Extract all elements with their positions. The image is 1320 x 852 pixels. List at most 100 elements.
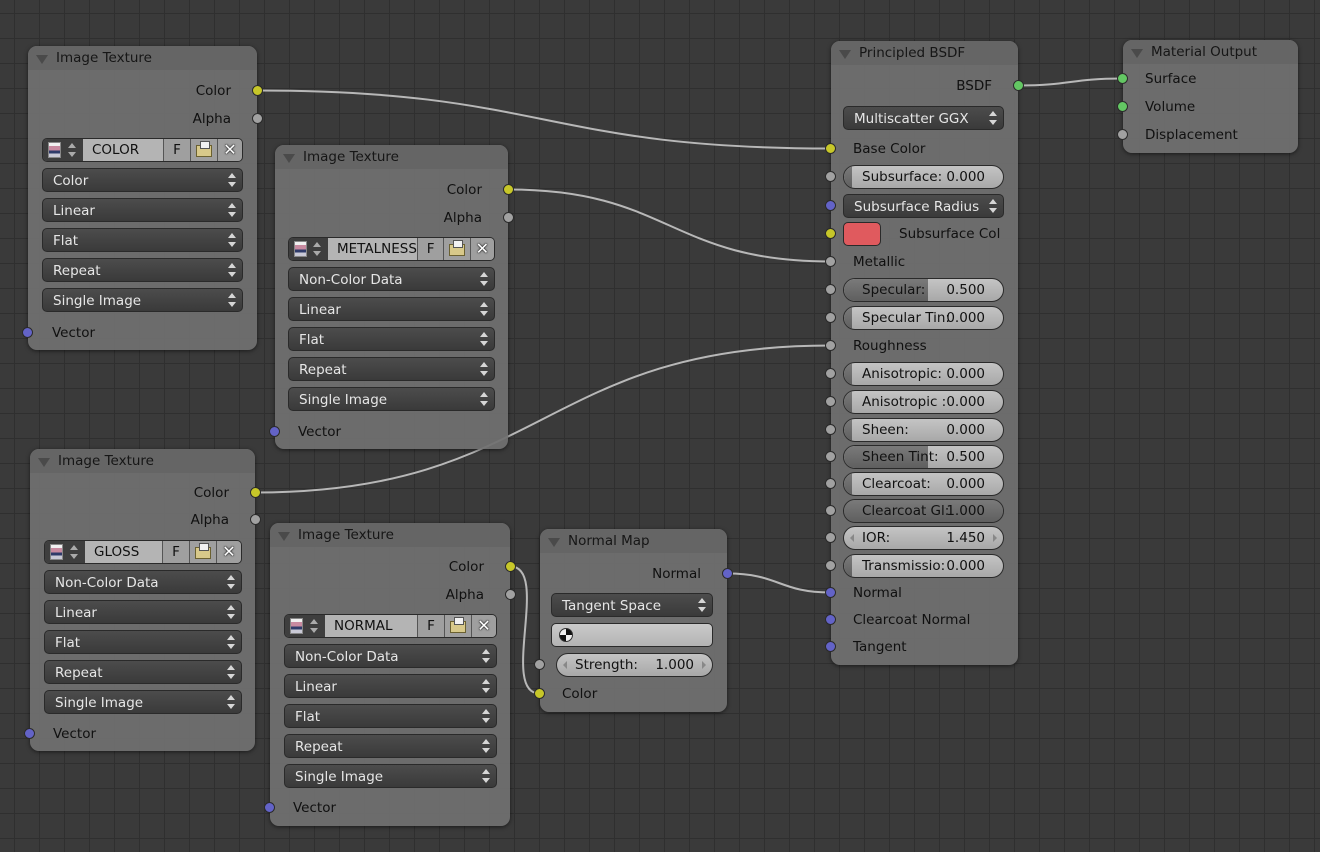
- link-normal-map-to-bsdf-normal[interactable]: [727, 572, 831, 594]
- output-color-socket[interactable]: [505, 561, 516, 572]
- ior-field[interactable]: IOR: 1.450: [843, 526, 1004, 550]
- node-header[interactable]: Image Texture: [275, 145, 508, 169]
- input-anisotropic-socket[interactable]: [825, 368, 836, 379]
- link-color-to-base-color[interactable]: [257, 89, 831, 150]
- decrement-arrow-icon[interactable]: [563, 661, 567, 669]
- distribution-dropdown[interactable]: Multiscatter GGX: [843, 106, 1004, 130]
- sheen-tint-slider[interactable]: Sheen Tint: 0.500: [843, 445, 1004, 469]
- increment-arrow-icon[interactable]: [993, 534, 997, 542]
- input-metallic-socket[interactable]: [825, 256, 836, 267]
- node-header[interactable]: Image Texture: [270, 523, 510, 547]
- node-header[interactable]: Image Texture: [30, 449, 255, 473]
- interpolation-dropdown[interactable]: Linear: [288, 297, 495, 321]
- input-clearcoat-normal-socket[interactable]: [825, 614, 836, 625]
- image-name-field[interactable]: METALNESS: [328, 238, 418, 260]
- collapse-triangle-icon[interactable]: [38, 458, 50, 467]
- projection-dropdown[interactable]: Flat: [42, 228, 243, 252]
- input-tangent-socket[interactable]: [825, 641, 836, 652]
- node-header[interactable]: Material Output: [1123, 40, 1298, 64]
- fake-user-button[interactable]: F: [418, 615, 445, 637]
- source-dropdown[interactable]: Single Image: [42, 288, 243, 312]
- unlink-image-button[interactable]: ✕: [218, 139, 242, 161]
- open-image-button[interactable]: [191, 139, 218, 161]
- interpolation-dropdown[interactable]: Linear: [42, 198, 243, 222]
- open-image-button[interactable]: [190, 541, 217, 563]
- image-texture-node-normal[interactable]: Image Texture Color Alpha NORMAL F ✕ Non…: [264, 523, 516, 826]
- fake-user-button[interactable]: F: [417, 238, 445, 260]
- input-surface-socket[interactable]: [1117, 73, 1128, 84]
- input-color-socket[interactable]: [534, 688, 545, 699]
- open-image-button[interactable]: [444, 238, 471, 260]
- anisotropic-rotation-slider[interactable]: Anisotropic : 0.000: [843, 390, 1004, 414]
- input-transmission-socket[interactable]: [825, 560, 836, 571]
- subsurface-radius-dropdown[interactable]: Subsurface Radius: [843, 194, 1004, 218]
- output-normal-socket[interactable]: [722, 568, 733, 579]
- projection-dropdown[interactable]: Flat: [288, 327, 495, 351]
- increment-arrow-icon[interactable]: [702, 661, 706, 669]
- open-image-button[interactable]: [445, 615, 472, 637]
- input-sheen-tint-socket[interactable]: [825, 451, 836, 462]
- node-header[interactable]: Image Texture: [28, 46, 257, 70]
- output-alpha-socket[interactable]: [503, 212, 514, 223]
- unlink-image-button[interactable]: ✕: [470, 238, 494, 260]
- link-bsdf-to-surface[interactable]: [1018, 77, 1123, 87]
- collapse-triangle-icon[interactable]: [36, 55, 48, 64]
- browse-image-button[interactable]: [43, 139, 83, 161]
- output-color-socket[interactable]: [252, 85, 263, 96]
- unlink-image-button[interactable]: ✕: [472, 615, 496, 637]
- subsurface-slider[interactable]: Subsurface: 0.000: [843, 165, 1004, 189]
- color-space-dropdown[interactable]: Non-Color Data: [284, 644, 497, 668]
- principled-bsdf-node[interactable]: Principled BSDF BSDF Multiscatter GGX Ba…: [825, 41, 1024, 665]
- input-displacement-socket[interactable]: [1117, 129, 1128, 140]
- browse-image-button[interactable]: [289, 238, 328, 260]
- projection-dropdown[interactable]: Flat: [284, 704, 497, 728]
- input-subsurface-socket[interactable]: [825, 171, 836, 182]
- input-ior-socket[interactable]: [825, 532, 836, 543]
- normal-map-node[interactable]: Normal Map Normal Tangent Space Strength…: [534, 529, 733, 712]
- input-clearcoat-socket[interactable]: [825, 478, 836, 489]
- image-name-field[interactable]: NORMAL: [325, 615, 418, 637]
- input-vector-socket[interactable]: [269, 426, 280, 437]
- specular-slider[interactable]: Specular: 0.500: [843, 278, 1004, 302]
- input-roughness-socket[interactable]: [825, 340, 836, 351]
- output-color-socket[interactable]: [250, 487, 261, 498]
- output-color-socket[interactable]: [503, 184, 514, 195]
- uv-map-field[interactable]: [551, 623, 713, 647]
- input-volume-socket[interactable]: [1117, 101, 1128, 112]
- input-base-color-socket[interactable]: [825, 143, 836, 154]
- input-vector-socket[interactable]: [22, 327, 33, 338]
- input-specular-tint-socket[interactable]: [825, 312, 836, 323]
- input-subsurface-color-socket[interactable]: [825, 228, 836, 239]
- browse-image-button[interactable]: [285, 615, 325, 637]
- input-strength-socket[interactable]: [534, 659, 545, 670]
- clearcoat-slider[interactable]: Clearcoat: 0.000: [843, 472, 1004, 496]
- node-header[interactable]: Principled BSDF: [831, 41, 1018, 65]
- color-space-dropdown[interactable]: Color: [42, 168, 243, 192]
- material-output-node[interactable]: Material Output Surface Volume Displacem…: [1117, 40, 1298, 153]
- output-alpha-socket[interactable]: [252, 113, 263, 124]
- input-normal-socket[interactable]: [825, 587, 836, 598]
- subsurface-color-swatch[interactable]: [843, 222, 881, 246]
- input-clearcoat-gloss-socket[interactable]: [825, 505, 836, 516]
- color-space-dropdown[interactable]: Non-Color Data: [44, 570, 242, 594]
- image-name-field[interactable]: COLOR: [83, 139, 164, 161]
- source-dropdown[interactable]: Single Image: [288, 387, 495, 411]
- unlink-image-button[interactable]: ✕: [217, 541, 241, 563]
- clearcoat-gloss-slider[interactable]: Clearcoat Gl: 1.000: [843, 499, 1004, 523]
- fake-user-button[interactable]: F: [163, 541, 190, 563]
- sheen-slider[interactable]: Sheen: 0.000: [843, 418, 1004, 442]
- image-name-field[interactable]: GLOSS: [85, 541, 163, 563]
- projection-dropdown[interactable]: Flat: [44, 630, 242, 654]
- specular-tint-slider[interactable]: Specular Tin: 0.000: [843, 306, 1004, 330]
- output-alpha-socket[interactable]: [505, 589, 516, 600]
- image-texture-node-gloss[interactable]: Image Texture Color Alpha GLOSS F ✕ Non-…: [24, 449, 261, 751]
- source-dropdown[interactable]: Single Image: [44, 690, 242, 714]
- output-bsdf-socket[interactable]: [1013, 80, 1024, 91]
- browse-image-button[interactable]: [45, 541, 85, 563]
- input-vector-socket[interactable]: [264, 802, 275, 813]
- fake-user-button[interactable]: F: [164, 139, 191, 161]
- node-header[interactable]: Normal Map: [540, 529, 727, 553]
- input-specular-socket[interactable]: [825, 284, 836, 295]
- collapse-triangle-icon[interactable]: [278, 532, 290, 541]
- extension-dropdown[interactable]: Repeat: [288, 357, 495, 381]
